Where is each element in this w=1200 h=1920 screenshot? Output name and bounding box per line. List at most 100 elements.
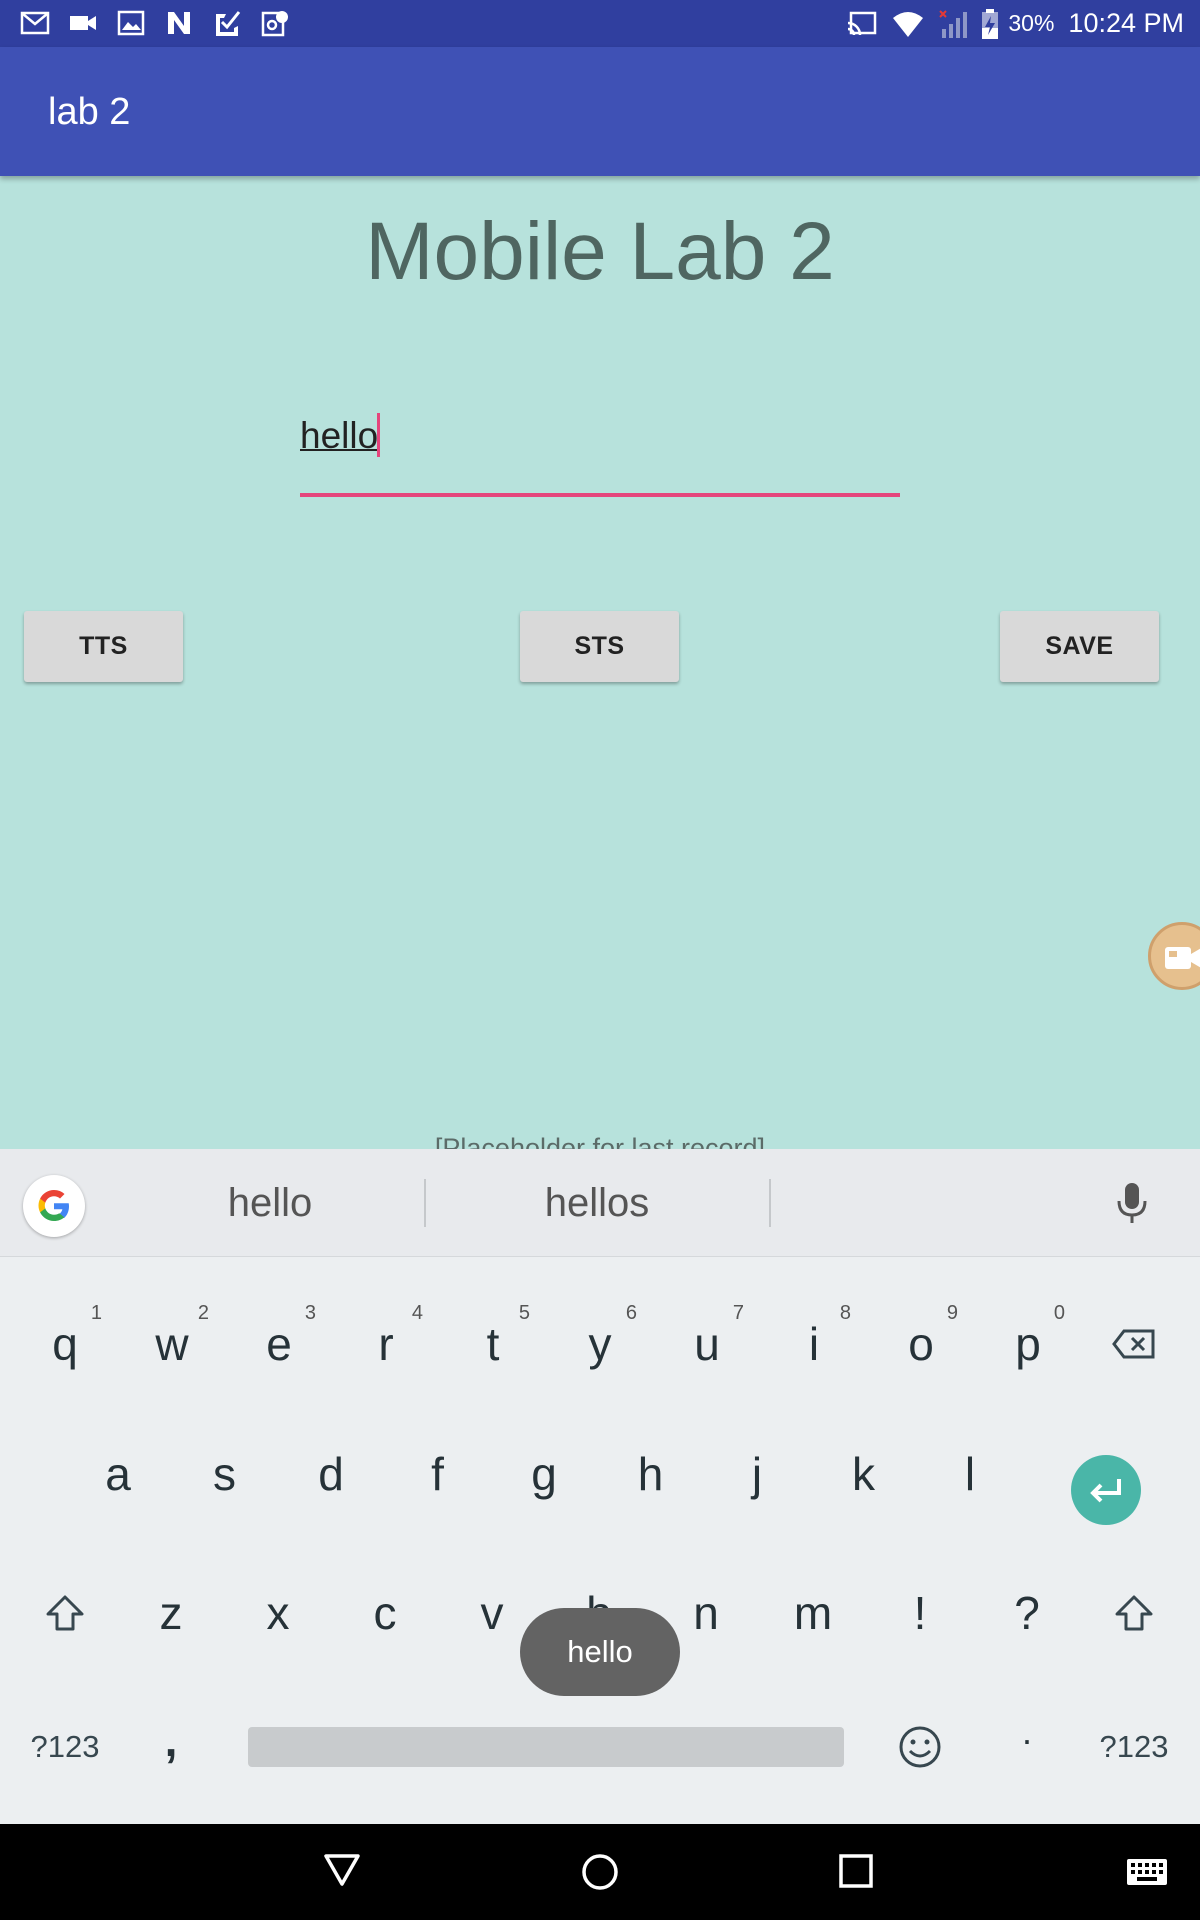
key-label: s — [213, 1448, 236, 1500]
google-g-icon — [38, 1190, 69, 1221]
key-label: c — [373, 1587, 397, 1639]
key-t[interactable]: 5t — [448, 1284, 538, 1404]
wifi-icon — [893, 11, 924, 37]
sts-button[interactable]: STS — [520, 611, 679, 682]
key-label: l — [964, 1448, 976, 1500]
key-label: k — [852, 1448, 875, 1500]
key-hint: 3 — [304, 1302, 316, 1324]
key-e[interactable]: 3e — [234, 1284, 324, 1404]
emoji-icon — [899, 1726, 941, 1768]
check-icon — [216, 11, 241, 36]
suggestion-divider — [769, 1179, 771, 1227]
battery-percent: 30% — [1008, 10, 1055, 36]
key-j[interactable]: j — [712, 1414, 802, 1534]
save-button[interactable]: SAVE — [1000, 611, 1159, 682]
text-cursor — [377, 413, 380, 457]
recents-icon[interactable] — [838, 1853, 874, 1889]
space-key[interactable] — [248, 1727, 844, 1767]
key-f[interactable]: f — [393, 1414, 483, 1534]
suggestion-1[interactable]: hello — [170, 1181, 370, 1226]
key-p[interactable]: 0p — [983, 1284, 1073, 1404]
text-input[interactable]: hello — [300, 405, 900, 497]
gmail-icon — [20, 11, 50, 35]
key-exclamation[interactable]: ! — [875, 1553, 965, 1673]
shift-key-right[interactable] — [1089, 1553, 1179, 1673]
cast-icon — [848, 11, 877, 35]
status-bar: 30% 10:24 PM — [0, 0, 1200, 47]
symbols-key-right[interactable]: ?123 — [1089, 1687, 1179, 1807]
tts-button[interactable]: TTS — [24, 611, 183, 682]
google-search-button[interactable] — [23, 1175, 85, 1237]
period-key[interactable]: · — [982, 1680, 1072, 1800]
key-hint: 1 — [90, 1302, 102, 1324]
text-input-underline — [300, 493, 900, 497]
text-input-value[interactable]: hello — [300, 415, 378, 457]
symbols-key-label: ?123 — [30, 1729, 100, 1764]
key-label: i — [808, 1318, 820, 1370]
symbols-key-label: ?123 — [1099, 1729, 1169, 1764]
key-hint: 5 — [518, 1302, 530, 1324]
key-label: a — [105, 1448, 131, 1500]
backspace-key[interactable] — [1089, 1284, 1179, 1404]
key-u[interactable]: 7u — [662, 1284, 752, 1404]
key-a[interactable]: a — [73, 1414, 163, 1534]
back-icon[interactable] — [322, 1852, 362, 1888]
key-label: z — [159, 1587, 183, 1639]
key-s[interactable]: s — [180, 1414, 270, 1534]
key-label: ! — [913, 1587, 927, 1639]
key-hint: 0 — [1053, 1302, 1065, 1324]
navigation-bar — [0, 1824, 1200, 1920]
video-camera-icon — [1165, 947, 1200, 969]
key-label: j — [751, 1448, 763, 1500]
key-hint: 6 — [625, 1302, 637, 1324]
shift-key-left[interactable] — [20, 1553, 110, 1673]
signal-icon — [939, 9, 968, 38]
suggestion-divider — [424, 1179, 426, 1227]
key-i[interactable]: 8i — [769, 1284, 859, 1404]
key-k[interactable]: k — [819, 1414, 909, 1534]
key-label: u — [694, 1318, 720, 1370]
key-z[interactable]: z — [126, 1553, 216, 1673]
key-y[interactable]: 6y — [555, 1284, 645, 1404]
mic-icon[interactable] — [1112, 1179, 1152, 1229]
key-label: r — [378, 1318, 394, 1370]
key-g[interactable]: g — [499, 1414, 589, 1534]
key-l[interactable]: l — [925, 1414, 1015, 1534]
suggestion-2[interactable]: hellos — [497, 1181, 697, 1226]
key-label: y — [588, 1318, 612, 1370]
keyboard-switch-icon[interactable] — [1126, 1858, 1168, 1886]
key-question[interactable]: ? — [982, 1553, 1072, 1673]
enter-key[interactable] — [1071, 1455, 1141, 1525]
key-w[interactable]: 2w — [127, 1284, 217, 1404]
comma-key-label: , — [164, 1714, 178, 1766]
key-label: m — [793, 1587, 833, 1639]
key-h[interactable]: h — [606, 1414, 696, 1534]
word-preview-toast: hello — [520, 1608, 680, 1696]
symbols-key-left[interactable]: ?123 — [20, 1687, 110, 1807]
maps-icon — [261, 11, 288, 37]
home-icon[interactable] — [580, 1852, 620, 1892]
backspace-icon — [1112, 1329, 1155, 1359]
screen-record-button[interactable] — [1148, 922, 1200, 990]
emoji-key[interactable] — [875, 1687, 965, 1807]
key-x[interactable]: x — [233, 1553, 323, 1673]
key-o[interactable]: 9o — [876, 1284, 966, 1404]
video-icon — [70, 16, 96, 30]
key-d[interactable]: d — [286, 1414, 376, 1534]
key-label: p — [1015, 1318, 1041, 1370]
key-label: w — [155, 1318, 189, 1370]
app-bar: lab 2 — [0, 47, 1200, 176]
key-m[interactable]: m — [768, 1553, 858, 1673]
comma-key[interactable]: , — [126, 1680, 216, 1800]
battery-charging-icon — [982, 8, 999, 39]
key-r[interactable]: 4r — [341, 1284, 431, 1404]
image-icon — [117, 10, 145, 36]
suggestion-strip: hello hellos — [0, 1149, 1200, 1257]
key-label: d — [318, 1448, 344, 1500]
key-label: e — [266, 1318, 292, 1370]
key-c[interactable]: c — [340, 1553, 430, 1673]
key-hint: 2 — [197, 1302, 209, 1324]
period-key-label: · — [1021, 1719, 1033, 1760]
key-q[interactable]: 1q — [20, 1284, 110, 1404]
key-hint: 8 — [839, 1302, 851, 1324]
